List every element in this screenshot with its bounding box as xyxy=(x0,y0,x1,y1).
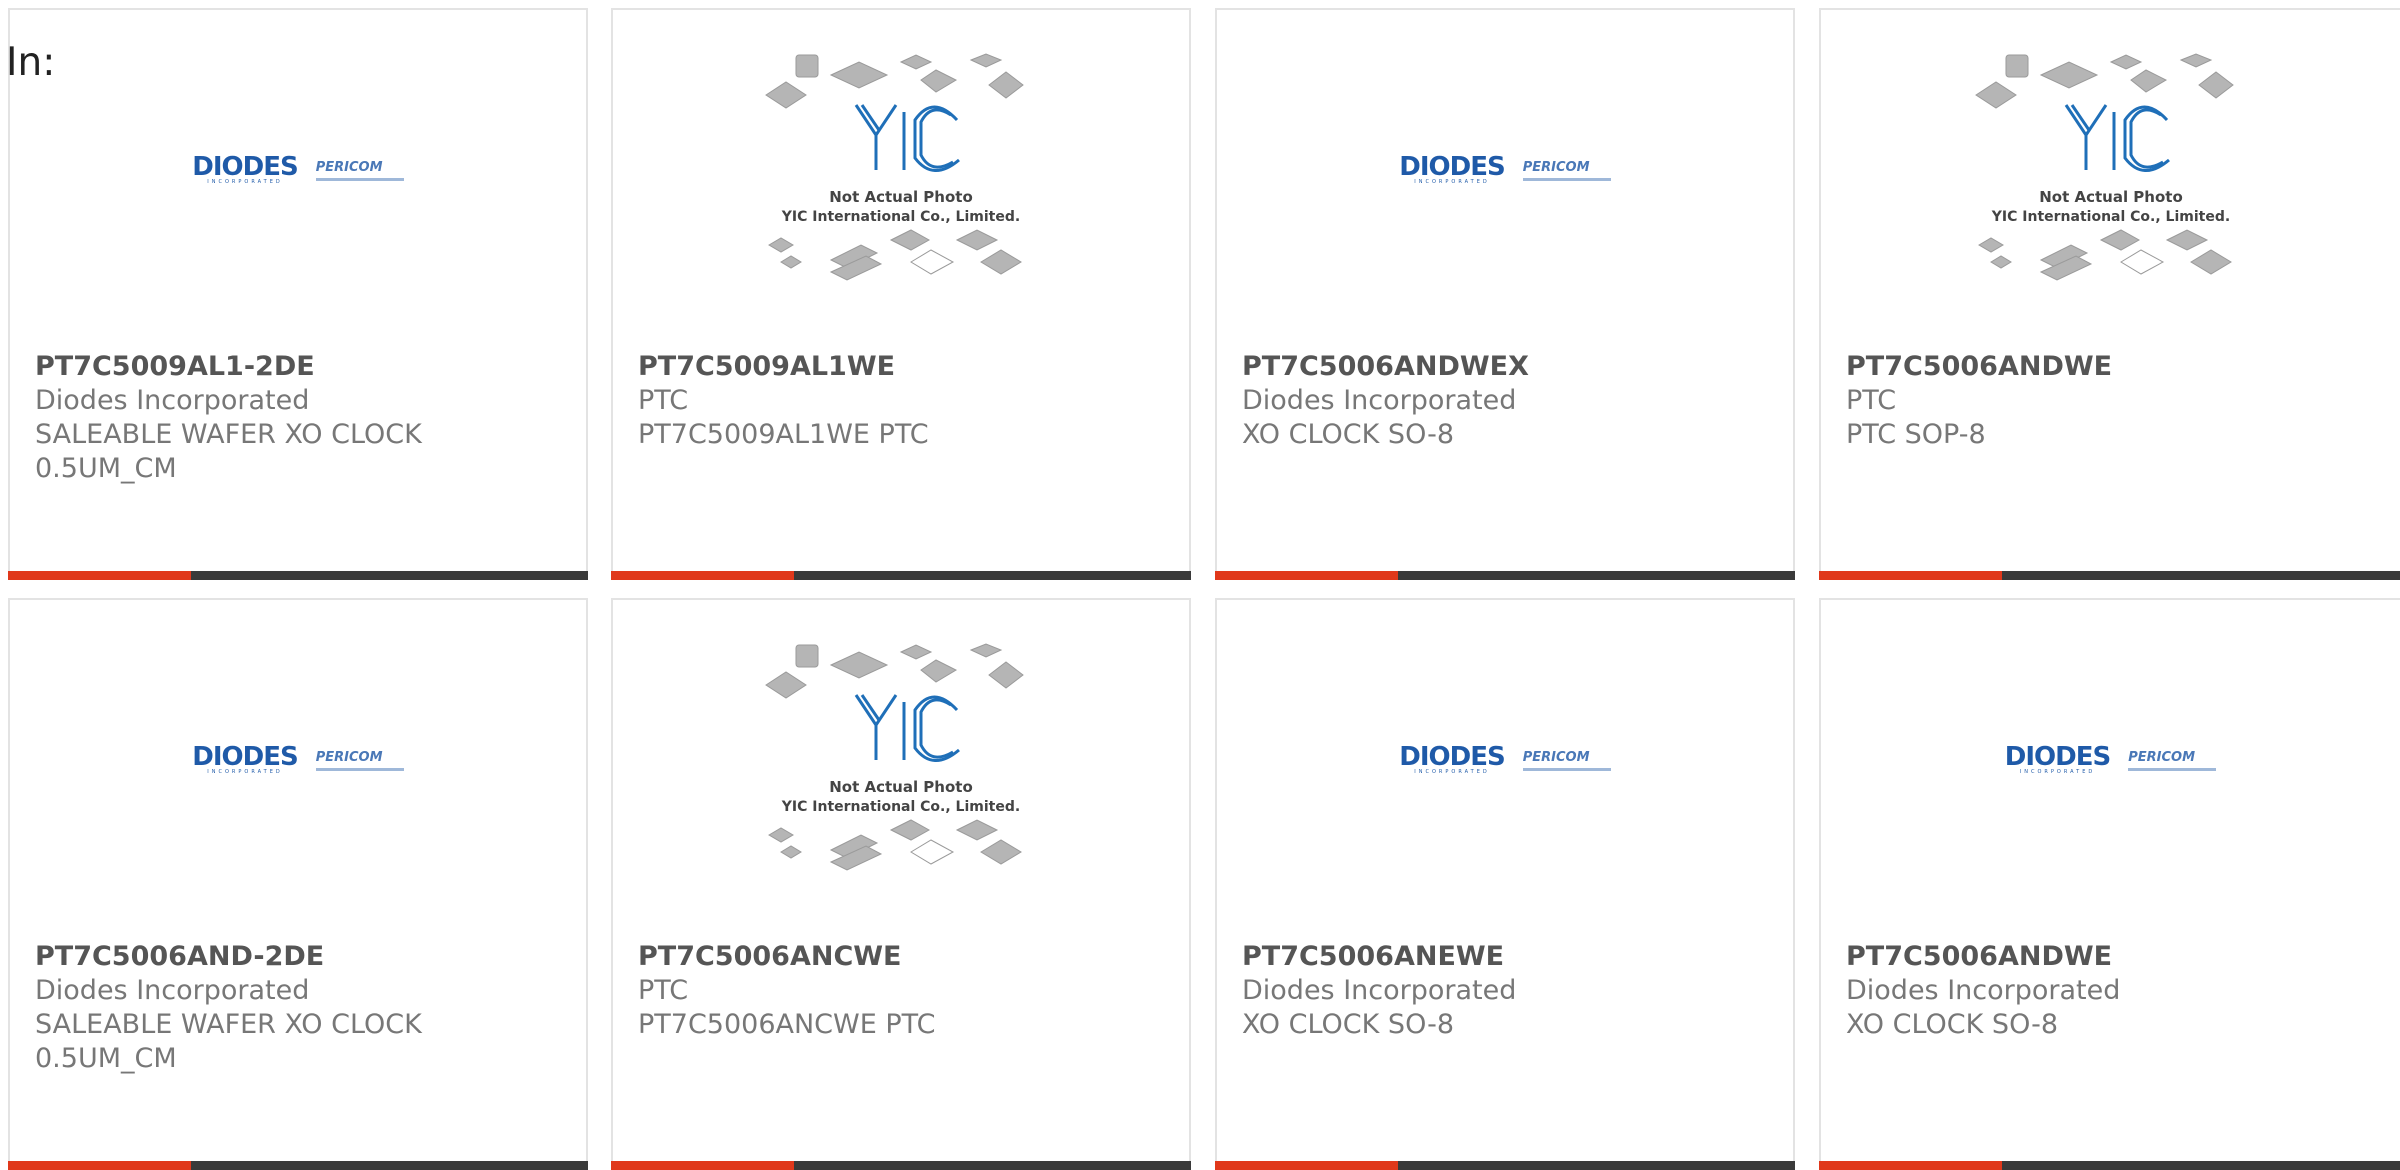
description: XO CLOCK SO-8 xyxy=(1242,1009,1454,1040)
yic-line1: Not Actual Photo xyxy=(829,188,973,206)
yic-placeholder-icon: Not Actual Photo YIC International Co., … xyxy=(765,53,1024,281)
part-number[interactable]: PT7C5009AL1WE xyxy=(638,350,1168,384)
description: PT7C5006ANCWE PTC xyxy=(638,1009,936,1040)
yic-line2: YIC International Co., Limited. xyxy=(781,209,1020,225)
product-card[interactable]: DIODES INCORPORATED PERICOM PT7C5006ANEWE … xyxy=(1215,598,1795,1170)
description: SALEABLE WAFER XO CLOCK 0.5UM_CM xyxy=(35,419,422,484)
product-card[interactable]: Not Actual Photo YIC International Co., … xyxy=(1819,8,2400,580)
manufacturer: PTC xyxy=(638,385,689,416)
card-bottom-bar xyxy=(8,571,588,580)
product-card[interactable]: Not Actual Photo YIC International Co., … xyxy=(611,8,1191,580)
product-image-yic-placeholder: Not Actual Photo YIC International Co., … xyxy=(1821,10,2400,340)
manufacturer: Diodes Incorporated xyxy=(35,975,310,1006)
card-bottom-bar xyxy=(1819,1161,2400,1170)
manufacturer: Diodes Incorporated xyxy=(1846,975,2121,1006)
card-bottom-bar xyxy=(1215,571,1795,580)
part-number[interactable]: PT7C5006ANEWE xyxy=(1242,940,1772,974)
product-card[interactable]: Not Actual Photo YIC International Co., … xyxy=(611,598,1191,1170)
product-image-yic-placeholder: Not Actual Photo YIC International Co., … xyxy=(613,600,1189,930)
part-number[interactable]: PT7C5006ANDWE xyxy=(1846,940,2376,974)
part-number[interactable]: PT7C5006ANCWE xyxy=(638,940,1168,974)
card-bottom-bar xyxy=(8,1161,588,1170)
product-card[interactable]: DIODES INCORPORATED PERICOM PT7C5006AND-2D… xyxy=(8,598,588,1170)
description: XO CLOCK SO-8 xyxy=(1846,1009,2058,1040)
description: SALEABLE WAFER XO CLOCK 0.5UM_CM xyxy=(35,1009,422,1074)
yic-placeholder-icon: Not Actual Photo YIC International Co., … xyxy=(1974,53,2234,281)
product-image-yic-placeholder: Not Actual Photo YIC International Co., … xyxy=(613,10,1189,340)
part-number[interactable]: PT7C5006ANDWE xyxy=(1846,350,2376,384)
yic-line1: Not Actual Photo xyxy=(2039,188,2183,206)
product-image-diodes-logo: DIODES INCORPORATED PERICOM xyxy=(10,10,586,340)
manufacturer: PTC xyxy=(638,975,689,1006)
yic-line2: YIC International Co., Limited. xyxy=(781,799,1020,815)
manufacturer: Diodes Incorporated xyxy=(1242,385,1517,416)
yic-placeholder-icon: Not Actual Photo YIC International Co., … xyxy=(765,643,1024,871)
product-grid: DIODES INCORPORATED PERICOM PT7C5009AL1-2D… xyxy=(0,0,2400,1170)
product-card[interactable]: DIODES INCORPORATED PERICOM PT7C5006ANDWEX… xyxy=(1215,8,1795,580)
card-bottom-bar xyxy=(1819,571,2400,580)
product-image-diodes-logo: DIODES INCORPORATED PERICOM xyxy=(1217,600,1793,930)
description: PT7C5009AL1WE PTC xyxy=(638,419,929,450)
manufacturer: PTC xyxy=(1846,385,1897,416)
product-card[interactable]: DIODES INCORPORATED PERICOM PT7C5006ANDWE … xyxy=(1819,598,2400,1170)
manufacturer: Diodes Incorporated xyxy=(35,385,310,416)
manufacturer: Diodes Incorporated xyxy=(1242,975,1517,1006)
card-bottom-bar xyxy=(611,1161,1191,1170)
part-number[interactable]: PT7C5009AL1-2DE xyxy=(35,350,565,384)
filter-label: In: xyxy=(6,40,56,85)
card-bottom-bar xyxy=(611,571,1191,580)
description: PTC SOP-8 xyxy=(1846,419,1986,450)
product-image-diodes-logo: DIODES INCORPORATED PERICOM xyxy=(10,600,586,930)
part-number[interactable]: PT7C5006ANDWEX xyxy=(1242,350,1772,384)
description: XO CLOCK SO-8 xyxy=(1242,419,1454,450)
part-number[interactable]: PT7C5006AND-2DE xyxy=(35,940,565,974)
yic-line1: Not Actual Photo xyxy=(829,778,973,796)
product-image-diodes-logo: DIODES INCORPORATED PERICOM xyxy=(1217,10,1793,340)
product-image-diodes-logo: DIODES INCORPORATED PERICOM xyxy=(1821,600,2400,930)
card-bottom-bar xyxy=(1215,1161,1795,1170)
product-card[interactable]: DIODES INCORPORATED PERICOM PT7C5009AL1-2D… xyxy=(8,8,588,580)
yic-line2: YIC International Co., Limited. xyxy=(1990,209,2229,225)
